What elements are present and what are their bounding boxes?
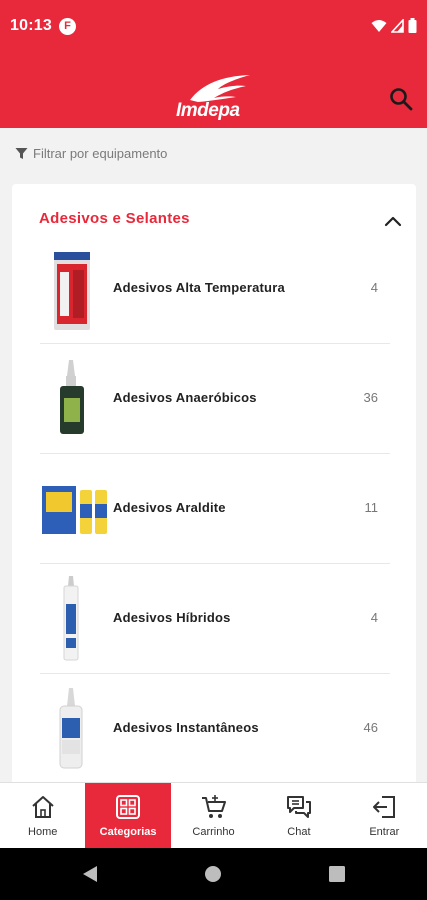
brand-name: Imdepa bbox=[176, 100, 240, 121]
filter-label: Filtrar por equipamento bbox=[33, 145, 168, 161]
app-header: 10:13 F Imdepa bbox=[0, 0, 427, 128]
chat-icon bbox=[286, 796, 311, 818]
wifi-icon bbox=[371, 19, 387, 32]
equipment-filter[interactable]: Filtrar por equipamento bbox=[15, 143, 167, 163]
nav-cart[interactable]: Carrinho bbox=[171, 783, 256, 849]
nav-home[interactable]: Home bbox=[0, 783, 85, 849]
product-image bbox=[40, 244, 110, 332]
nav-label: Chat bbox=[287, 826, 311, 838]
nav-chat[interactable]: Chat bbox=[256, 783, 341, 849]
home-icon bbox=[32, 796, 54, 818]
item-count: 11 bbox=[364, 500, 379, 515]
item-name: Adesivos Araldite bbox=[113, 500, 226, 515]
categories-icon bbox=[116, 795, 141, 819]
item-name: Adesivos Híbridos bbox=[113, 610, 231, 625]
nav-label: Carrinho bbox=[192, 826, 235, 838]
item-name: Adesivos Anaeróbicos bbox=[113, 390, 257, 405]
product-image bbox=[40, 684, 110, 772]
category-card: Adesivos e Selantes Adesivos Alta Temper… bbox=[12, 184, 416, 794]
back-icon[interactable] bbox=[82, 865, 98, 883]
nav-label: Home bbox=[28, 826, 58, 838]
product-image bbox=[40, 354, 110, 442]
list-item[interactable]: Adesivos Híbridos 4 bbox=[40, 564, 390, 674]
search-icon bbox=[390, 88, 413, 111]
list-item[interactable]: Adesivos Alta Temperatura 4 bbox=[40, 234, 390, 344]
brand-logo: Imdepa bbox=[174, 74, 256, 122]
filter-icon bbox=[15, 147, 28, 159]
product-image bbox=[40, 574, 110, 662]
nav-login[interactable]: Entrar bbox=[342, 783, 427, 849]
item-name: Adesivos Instantâneos bbox=[113, 720, 259, 735]
status-icons bbox=[371, 18, 417, 33]
category-title: Adesivos e Selantes bbox=[39, 210, 190, 227]
list-item[interactable]: Adesivos Instantâneos 46 bbox=[40, 674, 390, 784]
recents-icon[interactable] bbox=[329, 866, 345, 882]
nav-label: Categorias bbox=[99, 826, 157, 838]
nav-categories[interactable]: Categorias bbox=[85, 783, 171, 849]
item-count: 4 bbox=[370, 280, 378, 295]
item-count: 4 bbox=[370, 610, 378, 625]
signal-icon bbox=[391, 18, 404, 33]
cart-icon bbox=[201, 795, 226, 818]
eagle-logo-icon bbox=[190, 75, 250, 102]
chevron-up-icon[interactable] bbox=[383, 214, 403, 228]
bottom-navigation: Home Categorias Carrinho Chat Entrar bbox=[0, 782, 427, 849]
search-button[interactable] bbox=[388, 86, 414, 112]
item-count: 46 bbox=[363, 720, 378, 735]
list-item[interactable]: Adesivos Araldite 11 bbox=[40, 454, 390, 564]
status-bar: 10:13 F bbox=[0, 0, 427, 56]
item-name: Adesivos Alta Temperatura bbox=[113, 280, 285, 295]
nav-label: Entrar bbox=[369, 826, 400, 838]
battery-icon bbox=[408, 18, 417, 33]
product-image bbox=[40, 464, 110, 552]
item-count: 36 bbox=[363, 390, 378, 405]
list-item[interactable]: Adesivos Anaeróbicos 36 bbox=[40, 344, 390, 454]
system-navigation-bar bbox=[0, 848, 427, 900]
home-button-icon[interactable] bbox=[204, 865, 222, 883]
app-notification-icon: F bbox=[59, 18, 76, 35]
login-icon bbox=[373, 796, 396, 818]
status-time: 10:13 bbox=[10, 17, 52, 34]
